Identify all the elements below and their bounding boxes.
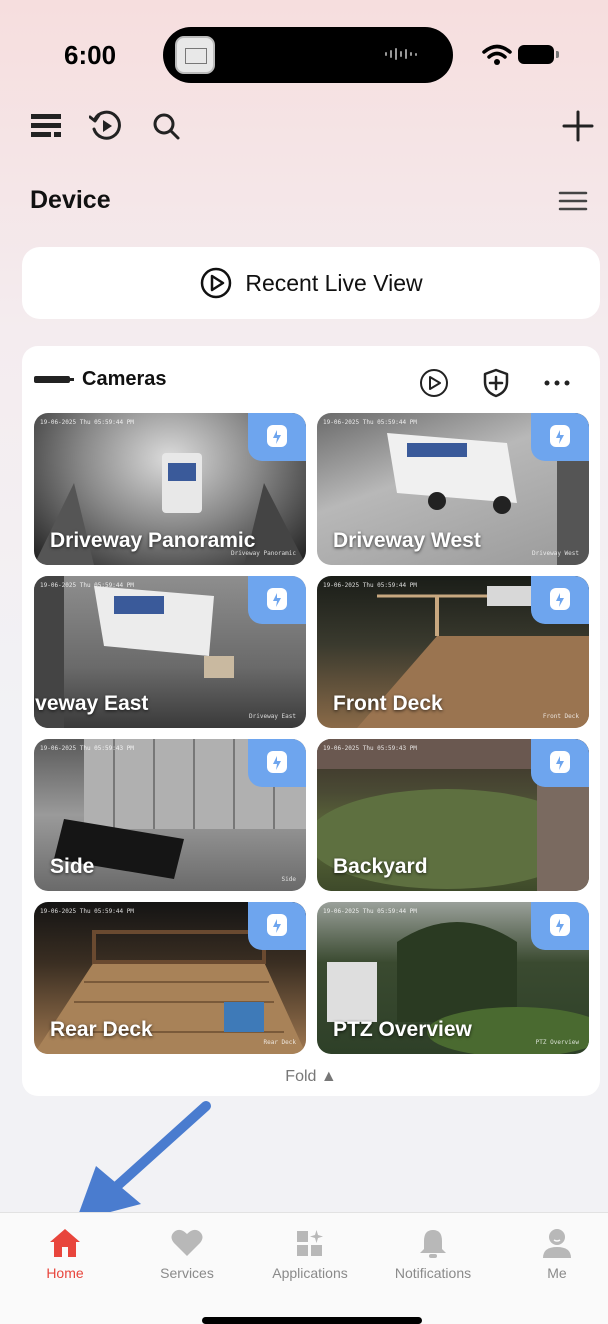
camera-tile[interactable]: 19-06-2025 Thu 05:59:44 PM Rear Deck Rea… — [34, 902, 306, 1054]
camera-timestamp: 19-06-2025 Thu 05:59:44 PM — [323, 582, 417, 589]
playback-icon[interactable] — [88, 108, 124, 144]
wifi-icon — [482, 44, 512, 65]
camera-tile[interactable]: 19-06-2025 Thu 05:59:43 PM Side Side — [34, 739, 306, 891]
device-title: Device — [30, 186, 111, 214]
apps-grid-icon — [297, 1230, 323, 1256]
camera-name: Front Deck — [333, 692, 443, 715]
audio-wave-icon — [385, 48, 417, 60]
alarm-bell-icon[interactable] — [531, 902, 589, 950]
home-icon — [50, 1229, 80, 1257]
tab-label: Home — [46, 1265, 84, 1281]
camera-watermark: Driveway West — [532, 550, 579, 557]
camera-tile[interactable]: 19-06-2025 Thu 05:59:43 PM Backyard — [317, 739, 589, 891]
camera-name: PTZ Overview — [333, 1018, 472, 1041]
status-time: 6:00 — [64, 40, 117, 70]
camera-name: Driveway West — [333, 529, 481, 552]
camera-timestamp: 19-06-2025 Thu 05:59:44 PM — [323, 908, 417, 915]
tab-applications[interactable]: Applications — [250, 1227, 370, 1281]
tab-label: Notifications — [394, 1265, 472, 1281]
camera-name: Side — [50, 855, 95, 878]
alarm-bell-icon[interactable] — [248, 902, 306, 950]
tab-label: Applications — [272, 1265, 348, 1281]
tab-notifications[interactable]: Notifications — [373, 1227, 493, 1281]
person-icon — [543, 1229, 571, 1258]
heart-icon — [171, 1229, 203, 1256]
search-icon[interactable] — [148, 108, 184, 144]
tab-label: Services — [160, 1265, 214, 1281]
annotation-arrow-icon — [76, 1101, 211, 1221]
camera-tile[interactable]: 19-06-2025 Thu 05:59:44 PM Driveway Pano… — [34, 413, 306, 565]
camera-watermark: PTZ Overview — [535, 1039, 579, 1046]
alarm-bell-icon[interactable] — [531, 576, 589, 624]
add-device-icon[interactable] — [560, 108, 596, 144]
shield-add-icon[interactable] — [481, 368, 511, 398]
camera-timestamp: 19-06-2025 Thu 05:59:44 PM — [40, 908, 134, 915]
tab-services[interactable]: Services — [127, 1227, 247, 1281]
alarm-bell-icon[interactable] — [248, 739, 306, 787]
camera-tile[interactable]: 19-06-2025 Thu 05:59:44 PM Front Deck Fr… — [317, 576, 589, 728]
camera-name: Driveway Panoramic — [50, 529, 256, 552]
tab-bar: Home Services Applications Notifications… — [0, 1212, 608, 1324]
recent-live-view-label: Recent Live View — [245, 269, 423, 296]
cameras-title: Cameras — [82, 368, 167, 390]
bell-icon — [420, 1230, 446, 1258]
camera-tile[interactable]: 19-06-2025 Thu 05:59:44 PM PTZ Overview … — [317, 902, 589, 1054]
tab-label: Me — [547, 1265, 567, 1281]
camera-watermark: Rear Deck — [263, 1039, 296, 1046]
camera-timestamp: 19-06-2025 Thu 05:59:44 PM — [40, 419, 134, 426]
camera-tile[interactable]: 19-06-2025 Thu 05:59:44 PM Driveway East… — [34, 576, 306, 728]
fold-button[interactable]: Fold ▲ — [22, 1068, 600, 1086]
dynamic-island — [163, 27, 453, 83]
home-indicator — [202, 1317, 422, 1324]
camera-timestamp: 19-06-2025 Thu 05:59:44 PM — [40, 582, 134, 589]
camera-watermark: Side — [281, 876, 296, 883]
more-options-icon[interactable] — [542, 368, 572, 398]
cameras-card: Cameras 19-06-2025 Thu 05:59:44 PM Drive… — [22, 346, 600, 1096]
camera-timestamp: 19-06-2025 Thu 05:59:43 PM — [323, 745, 417, 752]
alarm-bell-icon[interactable] — [248, 576, 306, 624]
play-circle-icon — [201, 267, 232, 299]
battery-icon — [518, 45, 559, 64]
camera-timestamp: 19-06-2025 Thu 05:59:44 PM — [323, 419, 417, 426]
camera-tile[interactable]: 19-06-2025 Thu 05:59:44 PM Driveway West… — [317, 413, 589, 565]
recent-live-view-button[interactable]: Recent Live View — [22, 247, 600, 319]
tab-me[interactable]: Me — [497, 1227, 608, 1281]
camera-name: Rear Deck — [50, 1018, 153, 1041]
camera-name: Driveway East — [34, 692, 149, 715]
camera-timestamp: 19-06-2025 Thu 05:59:43 PM — [40, 745, 134, 752]
camera-watermark: Driveway East — [249, 713, 296, 720]
alarm-bell-icon[interactable] — [531, 739, 589, 787]
device-list-icon[interactable] — [28, 108, 64, 144]
island-thumbnail-icon — [175, 36, 215, 74]
tab-home[interactable]: Home — [5, 1227, 125, 1281]
cameras-header[interactable]: Cameras — [34, 368, 167, 391]
cameras-play-icon[interactable] — [419, 368, 449, 398]
alarm-bell-icon[interactable] — [248, 413, 306, 461]
camera-name: Backyard — [333, 855, 428, 878]
nvr-device-icon — [34, 375, 74, 383]
camera-watermark: Front Deck — [542, 713, 579, 720]
alarm-bell-icon[interactable] — [531, 413, 589, 461]
device-menu-icon[interactable] — [558, 189, 588, 213]
